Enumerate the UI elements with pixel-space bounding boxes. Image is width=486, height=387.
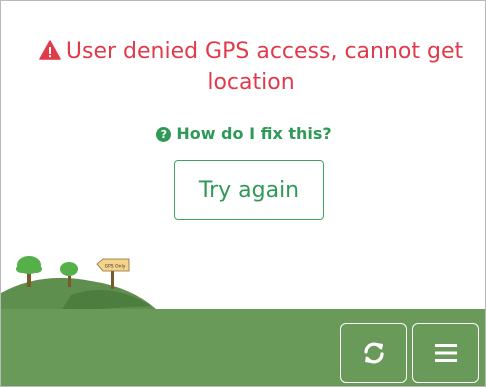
hamburger-menu-icon [434, 344, 457, 362]
help-link[interactable]: ? How do I fix this? [1, 123, 485, 145]
app-frame: User denied GPS access, cannot get locat… [0, 0, 486, 387]
try-again-button[interactable]: Try again [174, 160, 324, 220]
tree-trunk [68, 276, 71, 287]
error-text: User denied GPS access, cannot get locat… [65, 39, 464, 95]
warning-triangle-icon [39, 40, 61, 60]
signpost-label: GPS Only [105, 264, 126, 270]
menu-button[interactable] [412, 323, 479, 383]
signpost-pole [111, 271, 114, 289]
refresh-button[interactable] [340, 323, 407, 383]
error-message: User denied GPS access, cannot get locat… [31, 36, 471, 98]
refresh-icon [363, 342, 384, 364]
tree-canopy [60, 262, 78, 276]
help-link-label: How do I fix this? [176, 124, 332, 143]
question-circle-icon: ? [156, 127, 172, 142]
tree-trunk [27, 273, 31, 287]
landscape-illustration: GPS Only [1, 256, 156, 311]
